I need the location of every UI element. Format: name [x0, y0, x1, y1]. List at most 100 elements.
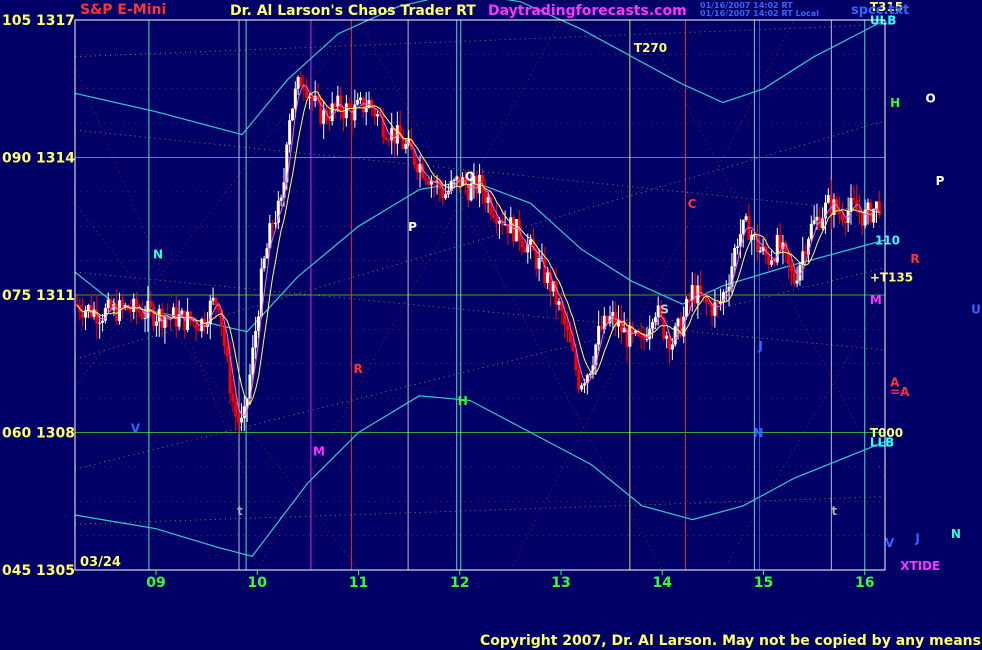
- chart-annotation: C: [688, 197, 697, 211]
- price-bar-body: [293, 88, 297, 109]
- chart-annotation: R: [910, 252, 919, 266]
- price-bar-body: [687, 299, 691, 301]
- price-bar-body: [290, 108, 294, 121]
- price-bar-body: [838, 211, 842, 215]
- price-bar-body: [214, 297, 218, 305]
- price-bar-body: [143, 318, 147, 320]
- price-bar-body: [611, 312, 615, 317]
- price-bar-body: [180, 310, 184, 315]
- price-bar-body: [137, 310, 141, 313]
- chart-annotation: J: [757, 339, 762, 353]
- x-axis-tick-label: 12: [450, 575, 469, 591]
- timestamp-line-2: 01/16/2007 14:02 RT Local: [700, 9, 819, 18]
- price-bar-body: [441, 189, 445, 199]
- price-bar-body: [86, 305, 90, 311]
- y-axis-index-label: 090: [2, 151, 31, 167]
- price-bar-body: [843, 220, 847, 223]
- price-bar-body: [495, 218, 499, 224]
- y-axis-index-label: 075: [2, 288, 31, 304]
- price-bar-body: [676, 318, 680, 327]
- price-bar-body: [693, 285, 697, 304]
- price-bar-body: [401, 138, 405, 149]
- chart-annotation: H: [890, 96, 900, 110]
- price-bar-body: [186, 311, 190, 330]
- price-bar-body: [279, 197, 283, 201]
- price-bar-body: [716, 302, 720, 304]
- price-bar-body: [670, 344, 674, 350]
- symbol-title: S&P E-Mini: [80, 2, 166, 18]
- price-bar-body: [582, 383, 586, 386]
- chart-annotation: O: [465, 169, 475, 183]
- chart-annotation: R: [353, 362, 362, 376]
- price-bar-body: [795, 280, 799, 284]
- price-bar-body: [733, 247, 737, 267]
- chart-annotation: T270: [634, 41, 667, 55]
- price-bar-body: [877, 201, 881, 216]
- price-bar-body: [741, 219, 745, 235]
- price-bar-body: [75, 304, 79, 306]
- price-bar-body: [384, 137, 388, 140]
- price-bar-body: [840, 214, 844, 221]
- price-bar-body: [140, 312, 144, 319]
- chart-title: Dr. Al Larson's Chaos Trader RT: [230, 3, 476, 19]
- price-bar-body: [373, 108, 377, 117]
- price-bar-body: [653, 317, 657, 323]
- price-bar-body: [330, 103, 334, 122]
- price-bar-body: [98, 322, 102, 324]
- price-bar-body: [106, 299, 110, 309]
- website-link[interactable]: Daytradingforecasts.com: [488, 3, 687, 19]
- price-bar-body: [801, 251, 805, 265]
- y-axis-price-label: 1305: [36, 563, 75, 579]
- x-axis-tick-label: 13: [551, 575, 570, 591]
- price-bar-body: [146, 300, 150, 319]
- x-axis-tick-label: 14: [653, 575, 673, 591]
- price-bar-body: [350, 107, 354, 121]
- price-bar-body: [265, 248, 269, 259]
- price-bar-body: [322, 110, 326, 124]
- copyright-notice: Copyright 2007, Dr. Al Larson. May not b…: [480, 633, 982, 649]
- price-bar-body: [327, 119, 331, 122]
- chart-annotation: =A: [890, 385, 910, 399]
- price-bar-body: [415, 164, 419, 173]
- price-bar-body: [197, 328, 201, 332]
- price-bar-body: [339, 95, 343, 112]
- price-bar-body: [812, 220, 816, 224]
- price-bar-body: [707, 302, 711, 304]
- chart-annotation: +T135: [870, 270, 913, 284]
- data-file-name: spcc.txt: [851, 3, 909, 18]
- price-bar-body: [597, 326, 601, 345]
- price-bar-body: [129, 310, 133, 312]
- price-bar-body: [486, 197, 490, 203]
- price-bar-body: [639, 335, 643, 337]
- price-bar-body: [483, 191, 487, 203]
- price-bar-body: [427, 180, 431, 185]
- chart-annotation: P: [408, 220, 417, 234]
- price-bar-body: [645, 339, 649, 341]
- price-bar-body: [860, 213, 864, 226]
- price-bar-body: [736, 246, 740, 248]
- y-axis-index-label: 045: [2, 563, 31, 579]
- price-bar-body: [288, 120, 292, 145]
- price-bar-body: [685, 299, 689, 317]
- price-bar-body: [778, 234, 782, 249]
- price-bar-body: [234, 401, 238, 417]
- price-bar-body: [455, 176, 459, 180]
- chart-annotation: V: [131, 422, 141, 436]
- price-bar-body: [758, 251, 762, 253]
- chart-annotation: J: [914, 532, 919, 546]
- price-bar-body: [789, 264, 793, 271]
- price-bar-body: [826, 195, 830, 203]
- price-bar-body: [211, 297, 215, 301]
- price-bar-body: [804, 251, 808, 255]
- chart-annotation: M: [870, 293, 882, 307]
- x-axis-tick-label: 10: [248, 575, 268, 591]
- x-axis-tick-label: 11: [349, 575, 368, 591]
- x-axis-tick-label: 16: [855, 575, 874, 591]
- chart-annotation: M: [313, 444, 325, 458]
- price-bar-body: [237, 416, 241, 423]
- price-bar-body: [299, 76, 303, 87]
- price-bar-body: [869, 202, 873, 223]
- y-axis-index-label: 060: [2, 426, 31, 442]
- price-bar-body: [271, 223, 275, 225]
- price-bar-body: [390, 128, 394, 141]
